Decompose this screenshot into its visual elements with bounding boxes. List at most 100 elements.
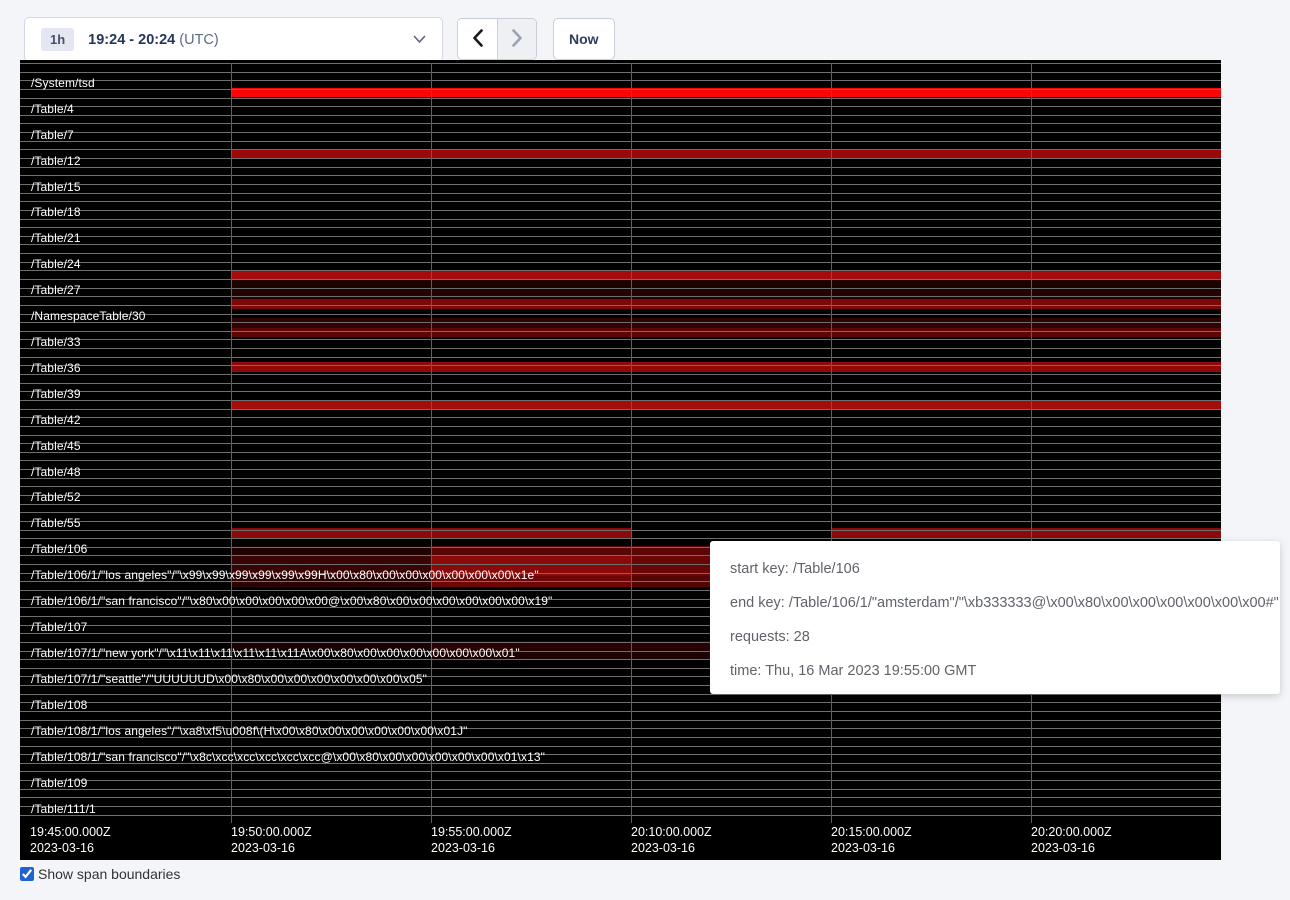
span-key-label: /Table/107/1/"seattle"/"UUUUUUD\x00\x80\… <box>31 672 427 686</box>
time-range-timezone: (UTC) <box>179 32 218 48</box>
span-boundary-line <box>20 89 1221 90</box>
span-boundary-line <box>20 98 1221 99</box>
span-boundary-line <box>20 193 1221 194</box>
chevron-right-icon <box>511 29 523 50</box>
time-gridline <box>831 63 832 823</box>
span-boundary-line <box>20 495 1221 496</box>
tooltip-end-key: end key: /Table/106/1/"amsterdam"/"\xb33… <box>730 586 1260 620</box>
tick-time: 19:45:00.000Z <box>30 825 111 841</box>
span-key-label: /NamespaceTable/30 <box>31 309 146 323</box>
span-boundary-line <box>20 365 1221 366</box>
show-span-boundaries-row: Show span boundaries <box>20 866 180 882</box>
span-boundary-line <box>20 435 1221 436</box>
tick-date: 2023-03-16 <box>231 841 312 857</box>
tick-time: 19:55:00.000Z <box>431 825 512 841</box>
span-boundary-line <box>20 63 1221 64</box>
range-nav-group <box>457 18 537 60</box>
span-boundary-line <box>20 771 1221 772</box>
time-range-value: 19:24 - 20:24 <box>88 32 175 48</box>
tick-date: 2023-03-16 <box>1031 841 1112 857</box>
time-range-selector[interactable]: 1h 19:24 - 20:24 (UTC) <box>24 17 443 62</box>
tick-time: 20:20:00.000Z <box>1031 825 1112 841</box>
span-key-label: /Table/108/1/"los angeles"/"\xa8\xf5\u00… <box>31 724 468 738</box>
time-gridline <box>631 63 632 823</box>
chevron-left-icon <box>472 29 484 50</box>
span-key-label: /Table/36 <box>31 361 81 375</box>
span-boundary-line <box>20 149 1221 150</box>
time-gridline <box>431 63 432 823</box>
span-boundary-line <box>20 305 1221 306</box>
span-key-label: /Table/48 <box>31 465 81 479</box>
span-boundary-line <box>20 486 1221 487</box>
span-boundary-line <box>20 132 1221 133</box>
tick-date: 2023-03-16 <box>30 841 111 857</box>
span-boundary-line <box>20 106 1221 107</box>
span-key-label: /Table/106 <box>31 542 87 556</box>
chevron-down-icon <box>413 35 426 44</box>
span-key-label: /Table/108/1/"san francisco"/"\x8c\xcc\x… <box>31 750 545 764</box>
span-boundary-line <box>20 201 1221 202</box>
span-boundary-line <box>20 158 1221 159</box>
span-key-label: /Table/15 <box>31 180 81 194</box>
prev-range-button[interactable] <box>458 19 497 59</box>
span-boundary-line <box>20 348 1221 349</box>
tooltip-start-key: start key: /Table/106 <box>730 552 1260 586</box>
time-axis-tick: 20:15:00.000Z2023-03-16 <box>831 825 912 856</box>
span-boundary-line <box>20 322 1221 323</box>
now-button[interactable]: Now <box>553 18 615 60</box>
span-boundary-line <box>20 426 1221 427</box>
span-boundary-line <box>20 184 1221 185</box>
tooltip-requests: requests: 28 <box>730 620 1260 654</box>
time-axis-tick: 20:20:00.000Z2023-03-16 <box>1031 825 1112 856</box>
span-key-label: /Table/52 <box>31 490 81 504</box>
span-key-label: /Table/21 <box>31 231 81 245</box>
span-key-label: /Table/7 <box>31 128 74 142</box>
heat-band <box>232 328 1221 338</box>
span-key-label: /Table/24 <box>31 257 81 271</box>
tick-time: 19:50:00.000Z <box>231 825 312 841</box>
time-axis-tick: 20:10:00.000Z2023-03-16 <box>631 825 712 856</box>
span-boundary-line <box>20 530 1221 531</box>
span-key-label: /Table/42 <box>31 413 81 427</box>
span-key-label: /Table/108 <box>31 698 87 712</box>
span-key-label: /Table/55 <box>31 516 81 530</box>
span-boundary-line <box>20 227 1221 228</box>
span-boundary-line <box>20 780 1221 781</box>
span-boundary-line <box>20 72 1221 73</box>
span-key-label: /Table/107/1/"new york"/"\x11\x11\x11\x1… <box>31 646 520 660</box>
tick-date: 2023-03-16 <box>831 841 912 857</box>
span-boundary-line <box>20 339 1221 340</box>
span-boundary-line <box>20 391 1221 392</box>
time-gridline <box>1031 63 1032 823</box>
span-boundary-line <box>20 175 1221 176</box>
tick-date: 2023-03-16 <box>631 841 712 857</box>
span-boundary-line <box>20 80 1221 81</box>
span-boundary-line <box>20 400 1221 401</box>
span-boundary-line <box>20 460 1221 461</box>
span-boundary-line <box>20 296 1221 297</box>
time-gridline <box>231 63 232 823</box>
time-axis-tick: 19:45:00.000Z2023-03-16 <box>30 825 111 856</box>
span-key-label: /Table/106/1/"los angeles"/"\x99\x99\x99… <box>31 568 539 582</box>
span-key-label: /Table/12 <box>31 154 81 168</box>
span-boundary-line <box>20 331 1221 332</box>
span-boundary-line <box>20 797 1221 798</box>
key-visualizer-heatmap[interactable]: /System/tsd/Table/4/Table/7/Table/12/Tab… <box>20 60 1221 860</box>
span-boundary-line <box>20 720 1221 721</box>
tick-time: 20:10:00.000Z <box>631 825 712 841</box>
span-key-label: /Table/107 <box>31 620 87 634</box>
span-key-label: /Table/109 <box>31 776 87 790</box>
span-boundary-line <box>20 210 1221 211</box>
span-boundary-line <box>20 512 1221 513</box>
time-range-preset-badge: 1h <box>41 28 74 51</box>
span-key-label: /Table/45 <box>31 439 81 453</box>
span-key-label: /Table/33 <box>31 335 81 349</box>
span-boundary-line <box>20 236 1221 237</box>
next-range-button[interactable] <box>497 19 536 59</box>
span-boundary-line <box>20 711 1221 712</box>
span-boundary-line <box>20 279 1221 280</box>
span-key-label: /Table/39 <box>31 387 81 401</box>
span-boundary-line <box>20 478 1221 479</box>
show-span-boundaries-checkbox[interactable] <box>20 867 34 881</box>
span-boundary-line <box>20 746 1221 747</box>
